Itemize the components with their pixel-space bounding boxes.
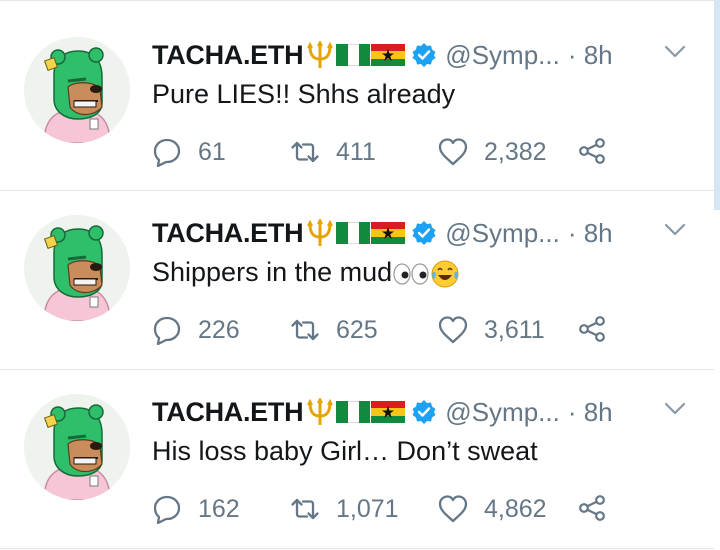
tweet-emoji	[392, 257, 460, 288]
like-count: 2,382	[484, 137, 547, 166]
tweet-text-content: His loss baby Girl… Don’t sweat	[152, 436, 538, 466]
heart-icon	[438, 138, 468, 166]
tweet-header: TACHA.ETH @Symp... · 8h	[152, 39, 613, 71]
tweet-actions: 61 411 2,382	[152, 137, 632, 167]
avatar[interactable]	[24, 215, 130, 321]
tweet-text-content: Shippers in the mud	[152, 257, 393, 287]
chevron-down-icon[interactable]	[664, 45, 686, 59]
chevron-down-icon[interactable]	[664, 223, 686, 237]
avatar[interactable]	[24, 394, 130, 500]
reply-button[interactable]: 162	[152, 494, 240, 524]
share-icon	[579, 138, 605, 164]
ghana-flag-icon	[371, 222, 406, 244]
user-handle[interactable]: @Symp...	[445, 40, 560, 71]
retweet-button[interactable]: 625	[290, 315, 378, 345]
retweet-icon	[291, 319, 319, 341]
reply-icon	[153, 138, 181, 167]
user-handle[interactable]: @Symp...	[445, 218, 560, 249]
trident-icon	[307, 398, 334, 425]
display-name[interactable]: TACHA.ETH	[152, 218, 304, 249]
share-icon	[579, 495, 605, 521]
like-count: 4,862	[484, 494, 547, 523]
share-button[interactable]	[578, 315, 606, 343]
verified-badge-icon	[412, 221, 436, 245]
tweet-text-content: Pure LIES!! Shhs already	[152, 79, 456, 109]
display-name[interactable]: TACHA.ETH	[152, 397, 304, 428]
tweet-3[interactable]: TACHA.ETH @Symp... · 8h His loss baby Gi…	[0, 370, 714, 549]
trident-icon	[307, 41, 334, 68]
name-emoji-group	[305, 398, 406, 426]
tweet-text: His loss baby Girl… Don’t sweat	[152, 436, 538, 467]
ghana-flag-icon	[371, 44, 406, 66]
tweet-actions: 226 625 3,611	[152, 315, 632, 345]
share-button[interactable]	[578, 494, 606, 522]
like-button[interactable]: 2,382	[438, 137, 547, 167]
laughing-tears-emoji-icon	[431, 260, 459, 288]
timestamp[interactable]: · 8h	[568, 218, 613, 249]
verified-badge-icon	[412, 400, 436, 424]
reply-icon	[153, 495, 181, 524]
avatar[interactable]	[24, 37, 130, 143]
tweet-text: Shippers in the mud	[152, 257, 460, 289]
scrollbar[interactable]	[714, 0, 720, 210]
retweet-count: 625	[336, 315, 378, 344]
tweet-feed: TACHA.ETH @Symp... · 8h Pure LIES!! Shhs…	[0, 0, 714, 549]
share-button[interactable]	[578, 137, 606, 165]
retweet-count: 411	[336, 137, 376, 166]
reply-count: 162	[198, 494, 240, 523]
user-handle[interactable]: @Symp...	[445, 397, 560, 428]
reply-button[interactable]: 226	[152, 315, 240, 345]
display-name[interactable]: TACHA.ETH	[152, 40, 304, 71]
reply-count: 61	[198, 137, 226, 166]
tweet-actions: 162 1,071 4,862	[152, 494, 632, 524]
eyes-emoji-icon	[393, 263, 429, 285]
timestamp[interactable]: · 8h	[568, 40, 613, 71]
tweet-2[interactable]: TACHA.ETH @Symp... · 8h Shippers in the …	[0, 191, 714, 370]
tweet-1[interactable]: TACHA.ETH @Symp... · 8h Pure LIES!! Shhs…	[0, 0, 714, 191]
retweet-button[interactable]: 411	[290, 137, 376, 167]
retweet-count: 1,071	[336, 494, 399, 523]
tweet-header: TACHA.ETH @Symp... · 8h	[152, 217, 613, 249]
trident-icon	[307, 219, 334, 246]
tweet-text: Pure LIES!! Shhs already	[152, 79, 455, 110]
like-count: 3,611	[484, 315, 545, 344]
like-button[interactable]: 4,862	[438, 494, 547, 524]
share-icon	[579, 316, 605, 342]
nigeria-flag-icon	[336, 44, 371, 66]
name-emoji-group	[305, 219, 406, 247]
heart-icon	[438, 495, 468, 523]
tweet-header: TACHA.ETH @Symp... · 8h	[152, 396, 613, 428]
verified-badge-icon	[412, 43, 436, 67]
retweet-icon	[291, 141, 319, 163]
heart-icon	[438, 316, 468, 344]
like-button[interactable]: 3,611	[438, 315, 545, 345]
reply-icon	[153, 316, 181, 345]
retweet-icon	[291, 498, 319, 520]
timestamp[interactable]: · 8h	[568, 397, 613, 428]
nigeria-flag-icon	[336, 401, 371, 423]
nigeria-flag-icon	[336, 222, 371, 244]
reply-count: 226	[198, 315, 240, 344]
name-emoji-group	[305, 41, 406, 69]
reply-button[interactable]: 61	[152, 137, 226, 167]
ghana-flag-icon	[371, 401, 406, 423]
retweet-button[interactable]: 1,071	[290, 494, 399, 524]
chevron-down-icon[interactable]	[664, 402, 686, 416]
